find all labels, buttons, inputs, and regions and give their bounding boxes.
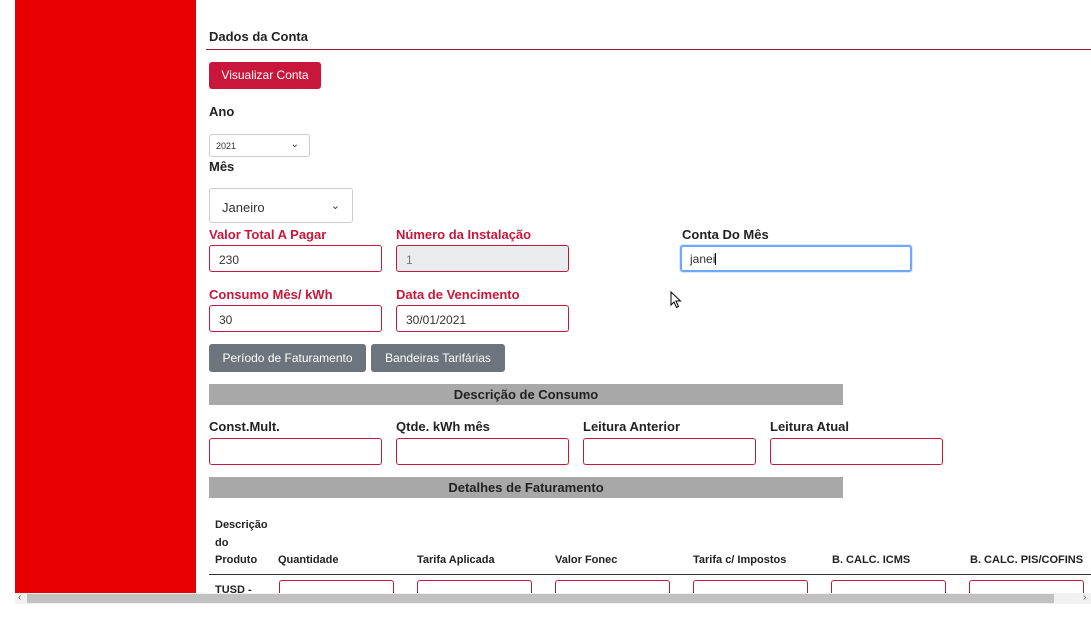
quantity-cell-input[interactable] bbox=[279, 580, 394, 593]
year-label: Ano bbox=[209, 104, 235, 119]
mouse-pointer-icon bbox=[670, 291, 682, 309]
const-mult-label: Const.Mult. bbox=[209, 419, 280, 434]
tariff-flags-button[interactable]: Bandeiras Tarifárias bbox=[371, 344, 505, 372]
year-select[interactable]: 2021 ⌄ bbox=[209, 134, 310, 157]
current-reading-label: Leitura Atual bbox=[770, 419, 849, 434]
column-header-description-line3: Produto bbox=[215, 554, 258, 566]
chevron-left-icon[interactable]: ‹ bbox=[18, 592, 21, 603]
due-date-label: Data de Vencimento bbox=[396, 287, 520, 302]
month-label: Mês bbox=[209, 159, 235, 174]
table-row-label: TUSD - bbox=[215, 584, 252, 593]
billing-details-header: Detalhes de Faturamento bbox=[209, 477, 843, 498]
table-header-divider bbox=[209, 574, 1091, 575]
column-header-quantity: Quantidade bbox=[278, 554, 339, 566]
view-account-button[interactable]: Visualizar Conta bbox=[209, 62, 321, 89]
consumption-description-header: Descrição de Consumo bbox=[209, 384, 843, 405]
column-header-description-line2: do bbox=[215, 537, 229, 549]
supply-value-cell-input[interactable] bbox=[555, 580, 670, 593]
chevron-right-icon[interactable]: › bbox=[1083, 592, 1086, 603]
billing-period-button[interactable]: Período de Faturamento bbox=[209, 344, 366, 372]
column-header-icms-base: B. CALC. ICMS bbox=[832, 554, 911, 566]
installation-number-label: Número da Instalação bbox=[396, 227, 532, 242]
main-content: Dados da Conta Visualizar Conta Ano 2021… bbox=[196, 0, 1091, 593]
chevron-down-icon: ⌄ bbox=[290, 139, 299, 150]
scrollbar-thumb[interactable] bbox=[27, 594, 1054, 603]
due-date-input[interactable]: 30/01/2021 bbox=[396, 305, 569, 332]
column-header-pis-cofins-base: B. CALC. PIS/COFINS bbox=[970, 554, 1084, 566]
total-value-input[interactable]: 230 bbox=[209, 245, 382, 272]
month-select[interactable]: Janeiro ⌄ bbox=[209, 188, 353, 223]
installation-number-input: 1 bbox=[396, 245, 569, 272]
current-reading-input[interactable] bbox=[770, 438, 943, 465]
column-header-description-line1: Descrição bbox=[215, 519, 268, 531]
const-mult-input[interactable] bbox=[209, 438, 382, 465]
month-bill-input-value: janei bbox=[690, 252, 716, 266]
kwh-qty-input[interactable] bbox=[396, 438, 569, 465]
consumption-input[interactable]: 30 bbox=[209, 305, 382, 332]
kwh-qty-label: Qtde. kWh mês bbox=[396, 419, 490, 434]
month-select-value: Janeiro bbox=[222, 200, 265, 215]
pis-cofins-base-cell-input[interactable] bbox=[969, 580, 1084, 593]
icms-base-cell-input[interactable] bbox=[831, 580, 946, 593]
year-select-value: 2021 bbox=[216, 141, 237, 151]
consumption-label: Consumo Mês/ kWh bbox=[209, 287, 333, 302]
month-bill-label: Conta Do Mês bbox=[682, 227, 769, 242]
text-caret bbox=[715, 253, 717, 265]
month-bill-input[interactable]: janei bbox=[680, 245, 912, 272]
column-header-tariff-with-taxes: Tarifa c/ Impostos bbox=[693, 554, 787, 566]
total-value-label: Valor Total A Pagar bbox=[209, 227, 327, 242]
previous-reading-input[interactable] bbox=[583, 438, 756, 465]
section-title: Dados da Conta bbox=[209, 29, 308, 44]
applied-tariff-cell-input[interactable] bbox=[417, 580, 532, 593]
section-divider bbox=[206, 49, 1091, 50]
column-header-supply-value: Valor Fonec bbox=[555, 554, 618, 566]
previous-reading-label: Leitura Anterior bbox=[583, 419, 681, 434]
tariff-taxes-cell-input[interactable] bbox=[693, 580, 808, 593]
column-header-applied-tariff: Tarifa Aplicada bbox=[417, 554, 495, 566]
sidebar bbox=[15, 0, 196, 593]
horizontal-scrollbar[interactable]: ‹ › bbox=[15, 592, 1091, 604]
chevron-down-icon: ⌄ bbox=[330, 200, 340, 212]
